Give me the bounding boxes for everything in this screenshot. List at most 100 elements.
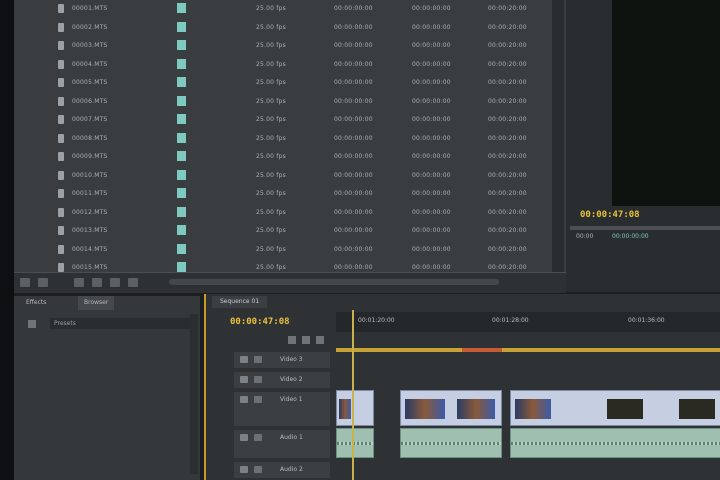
tab-browser[interactable]: Browser (78, 296, 115, 310)
timeline-ruler[interactable]: 00:01:20:00 00:01:28:00 00:01:36:00 (336, 312, 720, 332)
clip-icon (58, 189, 64, 198)
label-color-chip (177, 169, 186, 180)
project-row[interactable]: 00011.MTS 25.00 fps 00:00:00:00 00:00:00:00… (14, 185, 554, 203)
trash-icon[interactable] (128, 278, 138, 287)
find-icon[interactable] (74, 278, 84, 287)
audio-clip[interactable] (400, 428, 502, 458)
screen-edge (0, 0, 14, 480)
clip-icon (58, 115, 64, 124)
row-start: 00:00:00:00 (412, 245, 451, 253)
project-row[interactable]: 00001.MTS 25.00 fps 00:00:00:00 00:00:00:00… (14, 0, 554, 18)
clip-icon (58, 226, 64, 235)
row-name: 00001.MTS (72, 5, 108, 12)
lock-icon[interactable] (254, 466, 262, 473)
row-size: 00:00:00:00 (334, 134, 373, 142)
row-rate: 25.00 fps (256, 171, 286, 179)
project-row[interactable]: 00005.MTS 25.00 fps 00:00:00:00 00:00:00:00… (14, 74, 554, 92)
audio-clip[interactable] (336, 428, 374, 458)
effects-scrollbar[interactable] (190, 314, 198, 474)
eye-icon[interactable] (240, 396, 248, 403)
snap-icon[interactable] (288, 336, 296, 344)
project-row[interactable]: 00002.MTS 25.00 fps 00:00:00:00 00:00:00:00… (14, 19, 554, 37)
project-row[interactable]: 00003.MTS 25.00 fps 00:00:00:00 00:00:00:00… (14, 37, 554, 55)
row-dur: 00:00:20:00 (488, 153, 527, 160)
clip-icon (58, 152, 64, 161)
clip-icon (58, 78, 64, 87)
row-dur: 00:00:20:00 (488, 245, 527, 253)
label-color-chip (177, 3, 186, 13)
track-header-video-3[interactable]: Video 3 (234, 352, 330, 368)
clip-icon (58, 59, 64, 69)
row-rate: 25.00 fps (256, 264, 286, 271)
track-name: Video 2 (280, 376, 303, 383)
eye-icon[interactable] (240, 376, 248, 383)
row-start: 00:00:00:00 (412, 5, 451, 12)
video-clip[interactable] (336, 390, 374, 426)
label-color-chip (177, 243, 186, 254)
row-name: 00003.MTS (72, 42, 108, 49)
row-name: 00012.MTS (72, 208, 108, 216)
project-scrollbar[interactable] (552, 0, 564, 272)
row-rate: 25.00 fps (256, 60, 286, 68)
project-row[interactable]: 00013.MTS 25.00 fps 00:00:00:00 00:00:00:00… (14, 222, 554, 240)
icon-view-icon[interactable] (38, 278, 48, 287)
lock-icon[interactable] (254, 396, 262, 403)
new-bin-icon[interactable] (92, 278, 102, 287)
row-dur: 00:00:20:00 (488, 171, 527, 179)
video-clip[interactable] (510, 390, 720, 426)
row-name: 00011.MTS (72, 190, 108, 197)
label-color-chip (177, 21, 186, 32)
clip-icon (58, 96, 64, 106)
clip-icon (58, 22, 64, 32)
project-row[interactable]: 00007.MTS 25.00 fps 00:00:00:00 00:00:00:00… (14, 111, 554, 129)
track-header-video-2[interactable]: Video 2 (234, 372, 330, 388)
program-scrub-bar[interactable] (570, 226, 720, 230)
row-size: 00:00:00:00 (334, 245, 373, 253)
label-color-chip (177, 40, 186, 50)
label-color-chip (177, 114, 186, 124)
project-row[interactable]: 00014.MTS 25.00 fps 00:00:00:00 00:00:00:00… (14, 241, 554, 259)
presets-field[interactable]: Presets (50, 318, 192, 329)
program-timecode[interactable]: 00:00:47:08 (580, 210, 640, 220)
lock-icon[interactable] (254, 356, 262, 363)
timeline-timecode[interactable]: 00:00:47:08 (230, 317, 290, 327)
project-row[interactable]: 00012.MTS 25.00 fps 00:00:00:00 00:00:00:00… (14, 204, 554, 222)
project-row[interactable]: 00006.MTS 25.00 fps 00:00:00:00 00:00:00:00… (14, 93, 554, 111)
new-item-icon[interactable] (110, 278, 120, 287)
audio-clip[interactable] (510, 428, 720, 458)
lock-icon[interactable] (254, 376, 262, 383)
speaker-icon[interactable] (240, 434, 248, 441)
list-view-icon[interactable] (20, 278, 30, 287)
work-area-bar[interactable] (336, 348, 720, 352)
track-header-audio-1[interactable]: Audio 1 (234, 430, 330, 458)
lock-icon[interactable] (254, 434, 262, 441)
track-name: Audio 2 (280, 466, 303, 473)
speaker-icon[interactable] (240, 466, 248, 473)
row-name: 00008.MTS (72, 134, 108, 142)
row-start: 00:00:00:00 (412, 134, 451, 142)
project-row[interactable]: 00010.MTS 25.00 fps 00:00:00:00 00:00:00:00… (14, 167, 554, 185)
project-row[interactable]: 00009.MTS 25.00 fps 00:00:00:00 00:00:00:00… (14, 148, 554, 166)
playhead[interactable] (352, 310, 354, 480)
row-start: 00:00:00:00 (412, 79, 451, 86)
project-row[interactable]: 00004.MTS 25.00 fps 00:00:00:00 00:00:00:00… (14, 56, 554, 74)
clip-icon (58, 263, 64, 272)
row-name: 00006.MTS (72, 97, 108, 105)
track-header-audio-2[interactable]: Audio 2 (234, 462, 330, 478)
row-rate: 25.00 fps (256, 42, 286, 49)
marker-icon[interactable] (302, 336, 310, 344)
row-start: 00:00:00:00 (412, 208, 451, 216)
row-name: 00005.MTS (72, 79, 108, 86)
tab-effects[interactable]: Effects (20, 296, 52, 310)
timeline-panel: Sequence 01 00:00:47:08 00:01:20:00 00:0… (204, 294, 720, 480)
row-rate: 25.00 fps (256, 245, 286, 253)
eye-icon[interactable] (240, 356, 248, 363)
row-dur: 00:00:20:00 (488, 97, 527, 105)
project-horizontal-scrollbar[interactable] (169, 279, 499, 285)
link-icon[interactable] (316, 336, 324, 344)
project-row[interactable]: 00008.MTS 25.00 fps 00:00:00:00 00:00:00:00… (14, 130, 554, 148)
track-header-video-1[interactable]: Video 1 (234, 392, 330, 426)
video-clip[interactable] (400, 390, 502, 426)
row-start: 00:00:00:00 (412, 190, 451, 197)
tab-sequence[interactable]: Sequence 01 (212, 296, 268, 308)
